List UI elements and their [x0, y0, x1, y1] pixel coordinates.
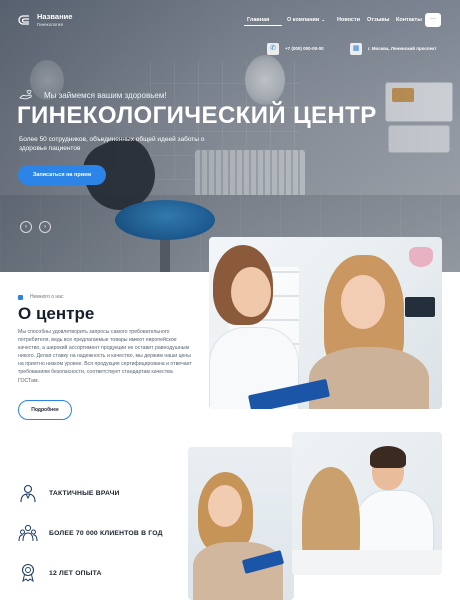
nav-item-contacts[interactable]: Контакты	[396, 17, 422, 23]
photo-decor	[309, 347, 429, 409]
chevron-down-icon: ⌄	[321, 17, 326, 22]
features-photo	[188, 447, 294, 600]
logo-icon[interactable]	[18, 13, 32, 27]
nav-item-about[interactable]: О компании ⌄	[287, 17, 325, 23]
photo-decor	[341, 275, 385, 329]
photo-decor	[370, 446, 406, 468]
features-photo	[292, 432, 442, 575]
nav-item-label: О компании	[287, 17, 320, 23]
prev-slide-button[interactable]: ‹	[20, 221, 32, 233]
award-icon	[18, 562, 38, 583]
photo-decor	[409, 247, 433, 267]
section-marker	[18, 295, 23, 300]
nav-item-news[interactable]: Новости	[337, 17, 360, 23]
photo-decor	[405, 297, 435, 317]
hero-description: Более 50 сотрудников, объединенных общей…	[19, 136, 205, 152]
nav-item-reviews[interactable]: Отзывы	[367, 17, 389, 23]
hero-title: ГИНЕКОЛОГИЧЕСКИЙ ЦЕНТР	[17, 102, 377, 129]
photo-decor	[208, 485, 242, 527]
photo-decor	[193, 542, 283, 600]
nav-item-home[interactable]: Главная	[247, 17, 269, 23]
doctor-icon	[18, 483, 38, 503]
logo-subtitle: Гинекология	[37, 22, 63, 27]
logo-title[interactable]: Название	[37, 12, 72, 21]
about-title: О центре	[18, 304, 95, 323]
next-slide-button[interactable]: ›	[39, 221, 51, 233]
nav-active-underline	[244, 25, 282, 26]
clients-icon	[18, 523, 38, 543]
section-label: Немного о нас	[30, 294, 64, 300]
building-icon: ▦	[350, 43, 362, 55]
feature-label: БОЛЕЕ 70 000 КЛИЕНТОВ В ГОД	[49, 530, 163, 537]
feature-label: 12 ЛЕТ ОПЫТА	[49, 570, 102, 577]
photo-decor	[292, 550, 442, 575]
about-photo	[209, 237, 442, 409]
more-button[interactable]: Подробнее	[18, 400, 72, 420]
hero-tagline: Мы займемся вашим здоровьем!	[44, 91, 167, 100]
hand-heart-icon	[19, 87, 33, 100]
hero-section: Название Гинекология Главная О компании ⌄…	[0, 0, 460, 272]
phone-icon: ✆	[267, 43, 279, 55]
phone-number[interactable]: +7 (000) 000-00-00	[285, 46, 324, 51]
menu-button[interactable]: ···	[425, 13, 441, 27]
about-text: Мы способны удовлетворить запросы самого…	[18, 329, 192, 384]
ellipsis-icon: ···	[430, 16, 436, 22]
address-text: г. Москва, Ленинский проспект	[368, 46, 437, 51]
book-appointment-button[interactable]: Записаться на прием	[18, 165, 106, 185]
feature-label: ТАКТИЧНЫЕ ВРАЧИ	[49, 490, 120, 497]
photo-decor	[231, 267, 271, 317]
